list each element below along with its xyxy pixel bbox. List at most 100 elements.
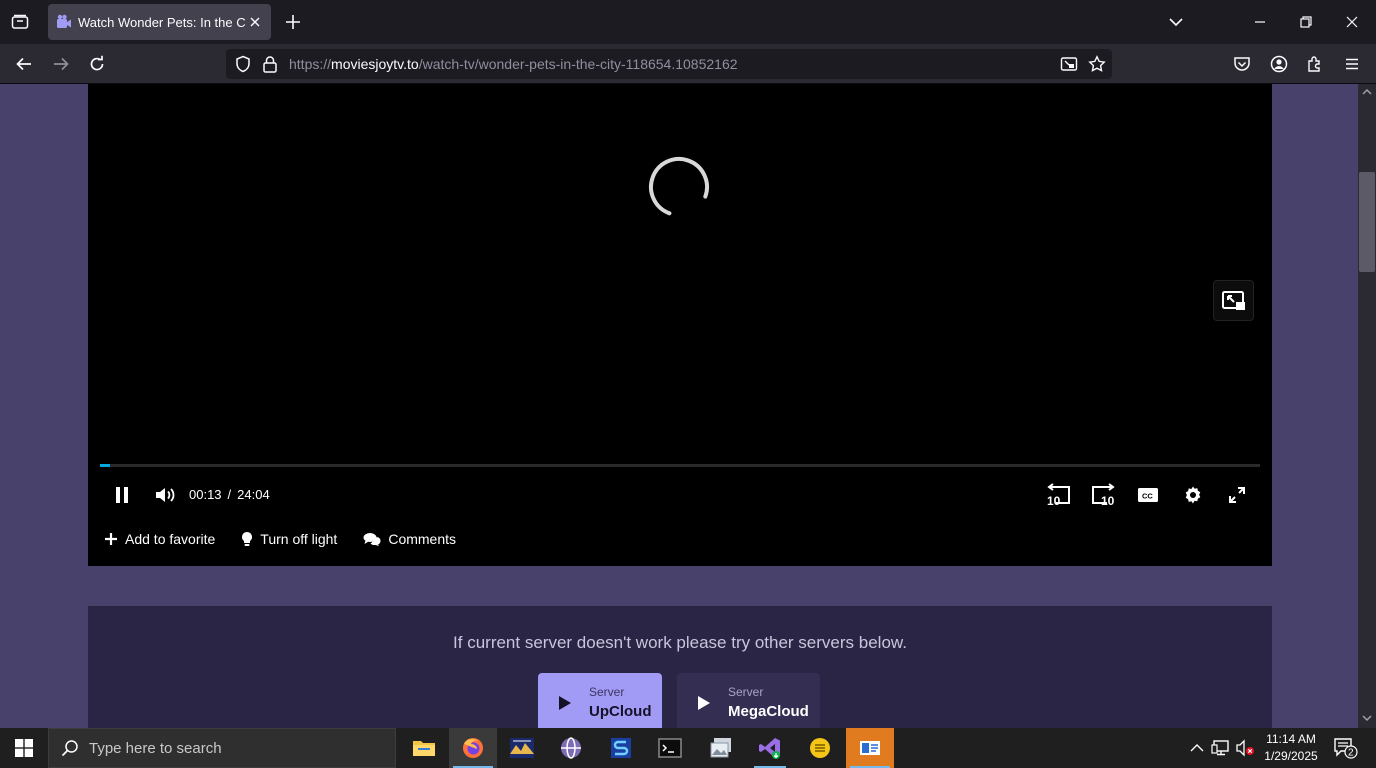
volume-icon (156, 488, 175, 502)
progress-bar[interactable] (100, 464, 1260, 467)
pocket-button[interactable] (1230, 52, 1254, 76)
duration: 24:04 (237, 487, 270, 502)
shield-icon[interactable] (234, 55, 252, 73)
close-tab-icon[interactable] (247, 14, 263, 30)
server-panel: If current server doesn't work please tr… (88, 606, 1272, 728)
page-content: 00:13 / 24:04 10 10 CC Add to favorite Tur… (0, 84, 1358, 728)
turn-off-light-label: Turn off light (260, 531, 338, 547)
scroll-up-icon[interactable] (1362, 88, 1372, 96)
bookmark-star-icon[interactable] (1088, 55, 1106, 73)
reload-icon (90, 55, 104, 71)
photos-app[interactable] (697, 728, 745, 768)
add-to-favorite-button[interactable]: Add to favorite (104, 531, 215, 547)
puzzle-icon (1308, 56, 1320, 72)
notes-app[interactable] (796, 728, 844, 768)
server-megacloud-button[interactable]: Server MegaCloud (677, 673, 820, 728)
folder-icon (413, 741, 435, 756)
visual-studio-icon (759, 738, 780, 759)
scroll-down-icon[interactable] (1362, 714, 1372, 722)
search-placeholder: Type here to search (89, 739, 222, 757)
add-to-favorite-label: Add to favorite (125, 531, 216, 547)
captions-button[interactable]: CC (1134, 482, 1162, 508)
active-tab[interactable]: Watch Wonder Pets: In the City (48, 4, 271, 40)
chevron-up-icon (1190, 744, 1204, 752)
scrollbar-thumb[interactable] (1359, 172, 1375, 272)
taskbar-clock[interactable]: 11:14 AM 1/29/2025 (1258, 731, 1324, 765)
page-scrollbar[interactable] (1358, 84, 1376, 728)
turn-off-light-button[interactable]: Turn off light (241, 531, 337, 547)
play-icon (698, 696, 710, 710)
visual-studio-app[interactable] (746, 728, 794, 768)
settings-button[interactable] (1179, 482, 1207, 508)
firefox-app[interactable] (449, 728, 497, 768)
url-path: /watch-tv/wonder-pets-in-the-city-118654… (418, 56, 738, 72)
comments-icon (363, 533, 381, 546)
taskbar-search[interactable]: Type here to search (48, 728, 396, 768)
show-hidden-icons-button[interactable] (1187, 738, 1207, 758)
restore-button[interactable] (1283, 0, 1329, 44)
search-icon (61, 740, 78, 757)
current-time: 00:13 (189, 487, 222, 502)
forward-button[interactable] (49, 52, 73, 76)
orange-app[interactable] (846, 728, 894, 768)
tab-bar: Watch Wonder Pets: In the City (0, 0, 1376, 44)
navigation-bar: https://moviesjoytv.to/watch-tv/wonder-p… (0, 44, 1376, 84)
minimize-button[interactable] (1237, 0, 1283, 44)
address-bar[interactable]: https://moviesjoytv.to/watch-tv/wonder-p… (226, 49, 1112, 79)
volume-button[interactable] (152, 482, 180, 508)
rewind-10-button[interactable]: 10 (1044, 482, 1074, 508)
time-separator: / (227, 487, 232, 502)
fast-forward-icon: 10 (1092, 483, 1115, 507)
comments-button[interactable]: Comments (363, 531, 456, 547)
tab-list-button[interactable] (8, 10, 32, 34)
server-message: If current server doesn't work please tr… (453, 633, 907, 652)
video-player[interactable]: 00:13 / 24:04 10 10 CC Add to favorite Tur… (88, 84, 1272, 566)
images-icon (710, 738, 731, 758)
file-explorer-app[interactable] (400, 728, 448, 768)
fullscreen-button[interactable] (1223, 482, 1251, 508)
game-app[interactable] (498, 728, 546, 768)
close-icon (1346, 16, 1358, 28)
new-tab-icon[interactable] (282, 11, 304, 33)
minimize-icon (1255, 21, 1265, 23)
notification-count: 2 (1348, 748, 1354, 759)
tor-browser-app[interactable] (547, 728, 595, 768)
network-icon (1211, 740, 1229, 756)
arrow-left-icon (16, 57, 31, 71)
start-button[interactable] (0, 728, 48, 768)
app-s[interactable] (597, 728, 645, 768)
picture-in-picture-icon[interactable] (1060, 55, 1078, 73)
reload-button[interactable] (85, 52, 109, 76)
notes-icon (810, 738, 830, 758)
server-upcloud-button[interactable]: Server UpCloud (538, 673, 662, 728)
notification-center-button[interactable]: 2 (1330, 736, 1360, 760)
rewind-icon: 10 (1047, 483, 1070, 507)
extensions-button[interactable] (1303, 52, 1327, 76)
menu-button[interactable] (1340, 52, 1364, 76)
tab-title: Watch Wonder Pets: In the City (78, 14, 246, 30)
terminal-app[interactable] (646, 728, 694, 768)
volume-muted-button[interactable] (1235, 738, 1255, 758)
comments-label: Comments (388, 531, 457, 547)
arrow-right-icon (54, 57, 69, 71)
volume-muted-icon (1236, 739, 1254, 757)
server-name: UpCloud (589, 703, 652, 720)
close-window-button[interactable] (1329, 0, 1375, 44)
fullscreen-icon (1229, 487, 1245, 503)
forward-10-button[interactable]: 10 (1088, 482, 1118, 508)
account-button[interactable] (1267, 52, 1291, 76)
lock-icon[interactable] (262, 55, 278, 73)
pip-button[interactable] (1213, 280, 1254, 321)
pause-button[interactable] (108, 482, 136, 508)
restore-icon (1300, 16, 1312, 28)
game-launcher-icon (510, 738, 534, 758)
url-text[interactable]: https://moviesjoytv.to/watch-tv/wonder-p… (289, 56, 738, 72)
back-button[interactable] (12, 52, 36, 76)
chevron-down-icon[interactable] (1166, 12, 1186, 32)
network-button[interactable] (1211, 738, 1231, 758)
pause-icon (116, 487, 128, 503)
gear-icon (1185, 486, 1201, 504)
loading-spinner-icon (649, 157, 709, 216)
movie-camera-icon (57, 14, 71, 28)
terminal-icon (658, 738, 682, 758)
